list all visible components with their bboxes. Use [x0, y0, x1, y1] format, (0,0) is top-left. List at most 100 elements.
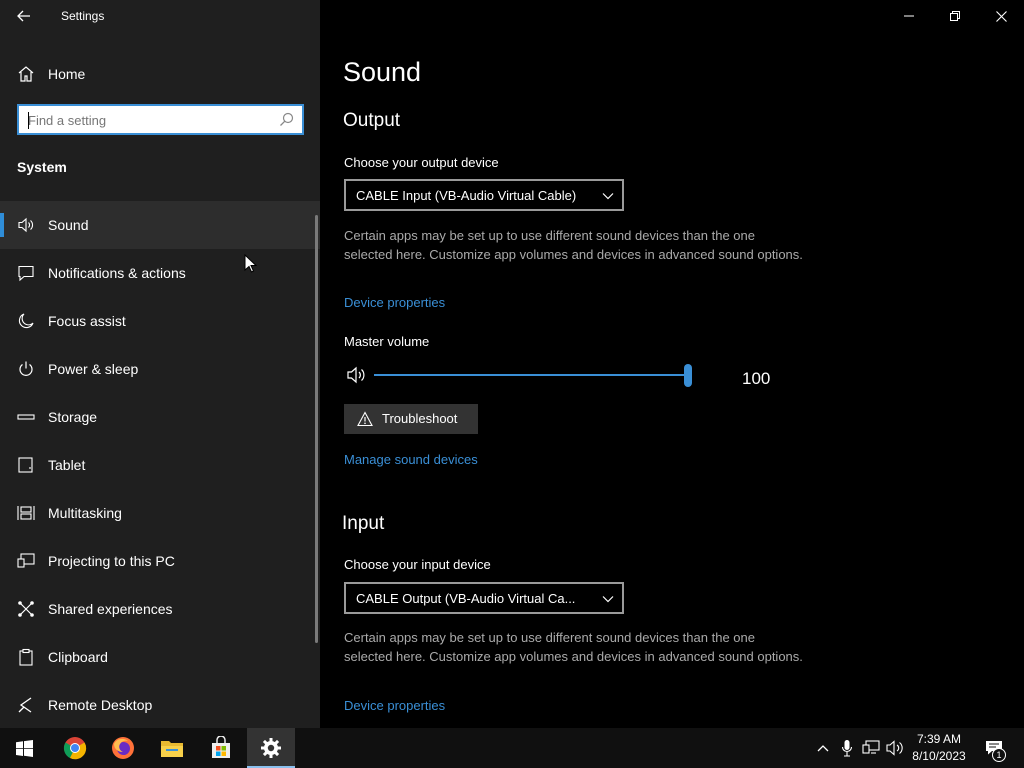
speaker-icon	[18, 217, 33, 233]
clock-time: 7:39 AM	[916, 732, 962, 746]
speaker-icon	[886, 740, 903, 756]
sidebar-item-remote-desktop[interactable]: Remote Desktop	[0, 681, 320, 729]
sidebar-home-label: Home	[48, 66, 86, 82]
sidebar-item-label: Shared experiences	[48, 601, 173, 617]
restore-icon	[950, 11, 960, 21]
settings-icon	[261, 738, 281, 758]
file-explorer-taskbar-button[interactable]	[148, 728, 196, 768]
remote-desktop-icon	[18, 697, 32, 713]
sidebar-item-notifications[interactable]: Notifications & actions	[0, 249, 320, 297]
home-icon	[18, 66, 34, 82]
minimize-button[interactable]	[886, 0, 932, 32]
section-title: System	[17, 159, 67, 175]
output-description: Certain apps may be set up to use differ…	[344, 228, 803, 262]
sidebar-item-projecting[interactable]: Projecting to this PC	[0, 537, 320, 585]
sidebar-item-tablet[interactable]: Tablet	[0, 441, 320, 489]
sidebar-item-focus-assist[interactable]: Focus assist	[0, 297, 320, 345]
network-tray-button[interactable]	[861, 738, 881, 758]
sidebar-scrollbar[interactable]	[315, 215, 318, 643]
settings-taskbar-button[interactable]	[247, 728, 295, 768]
troubleshoot-label: Troubleshoot	[382, 411, 458, 426]
troubleshoot-button[interactable]: Troubleshoot	[344, 404, 478, 434]
chrome-taskbar-button[interactable]	[51, 728, 99, 768]
back-arrow-icon	[17, 10, 30, 22]
volume-tray-button[interactable]	[885, 738, 905, 758]
show-hidden-icons-button[interactable]	[813, 738, 833, 758]
microphone-icon	[841, 740, 853, 757]
app-title: Settings	[61, 9, 105, 23]
input-device-label: Choose your input device	[344, 557, 491, 572]
close-icon	[995, 10, 1007, 22]
volume-slider-thumb[interactable]	[684, 364, 692, 387]
sidebar-item-label: Notifications & actions	[48, 265, 186, 281]
sidebar-item-multitasking[interactable]: Multitasking	[0, 489, 320, 537]
mouse-cursor-icon	[244, 254, 258, 273]
sidebar-item-label: Projecting to this PC	[48, 553, 175, 569]
volume-slider-track[interactable]	[374, 374, 688, 376]
sidebar-home[interactable]: Home	[0, 56, 320, 92]
restore-button[interactable]	[932, 0, 978, 32]
page-title: Sound	[343, 57, 422, 87]
notification-count-badge: 1	[992, 748, 1006, 762]
sidebar-item-label: Focus assist	[48, 313, 126, 329]
projecting-icon	[17, 553, 35, 568]
back-button[interactable]	[10, 4, 38, 28]
warning-icon	[357, 411, 373, 427]
window-controls	[886, 0, 1024, 32]
chevron-down-icon	[602, 193, 614, 200]
search-icon[interactable]	[279, 112, 294, 127]
sidebar-item-label: Storage	[48, 409, 98, 425]
sidebar-item-label: Power & sleep	[48, 361, 139, 377]
taskbar: 7:39 AM 8/10/2023 1	[0, 728, 1024, 768]
sidebar-item-clipboard[interactable]: Clipboard	[0, 633, 320, 681]
tablet-icon	[18, 457, 33, 473]
clock-date: 8/10/2023	[912, 749, 966, 763]
microphone-tray-button[interactable]	[837, 738, 857, 758]
moon-icon	[18, 313, 34, 329]
output-device-label: Choose your output device	[344, 155, 499, 170]
input-device-value: CABLE Output (VB-Audio Virtual Ca...	[356, 591, 576, 606]
sidebar-item-power-sleep[interactable]: Power & sleep	[0, 345, 320, 393]
input-device-dropdown[interactable]: CABLE Output (VB-Audio Virtual Ca...	[344, 582, 624, 614]
chevron-down-icon	[602, 596, 614, 603]
settings-sidebar: Settings Home System Sound Notifications…	[0, 0, 320, 728]
notification-icon	[18, 265, 34, 282]
search-input[interactable]	[28, 111, 273, 129]
input-heading: Input	[342, 513, 385, 534]
volume-icon[interactable]	[346, 365, 368, 385]
master-volume-label: Master volume	[344, 334, 430, 349]
firefox-taskbar-button[interactable]	[99, 728, 147, 768]
store-taskbar-button[interactable]	[197, 728, 245, 768]
multitasking-icon	[17, 506, 35, 520]
output-device-dropdown[interactable]: CABLE Input (VB-Audio Virtual Cable)	[344, 179, 624, 211]
action-center-button[interactable]: 1	[982, 738, 1006, 762]
network-icon	[862, 740, 880, 754]
chevron-up-icon	[817, 745, 829, 752]
manage-sound-devices-link[interactable]: Manage sound devices	[344, 452, 478, 467]
minimize-icon	[904, 15, 914, 17]
sidebar-item-storage[interactable]: Storage	[0, 393, 320, 441]
sidebar-item-label: Sound	[48, 217, 89, 233]
store-icon	[212, 736, 230, 758]
firefox-icon	[112, 737, 134, 759]
start-button[interactable]	[0, 728, 48, 768]
file-explorer-icon	[161, 741, 183, 757]
output-device-value: CABLE Input (VB-Audio Virtual Cable)	[356, 188, 577, 203]
close-button[interactable]	[978, 0, 1024, 32]
taskbar-clock[interactable]: 7:39 AM 8/10/2023	[904, 731, 974, 765]
input-device-properties-link[interactable]: Device properties	[344, 698, 445, 713]
storage-icon	[17, 414, 35, 420]
sidebar-item-sound[interactable]: Sound	[0, 201, 320, 249]
text-caret	[28, 112, 29, 129]
volume-value: 100	[742, 369, 771, 388]
sidebar-item-shared-experiences[interactable]: Shared experiences	[0, 585, 320, 633]
input-description: Certain apps may be set up to use differ…	[344, 630, 803, 664]
sidebar-item-label: Multitasking	[48, 505, 122, 521]
sidebar-nav: Sound Notifications & actions Focus assi…	[0, 201, 320, 729]
output-device-properties-link[interactable]: Device properties	[344, 295, 445, 310]
search-box[interactable]	[17, 104, 304, 135]
sound-page: Sound Output Choose your output device C…	[320, 0, 1024, 728]
sidebar-item-label: Remote Desktop	[48, 697, 153, 713]
clipboard-icon	[19, 648, 33, 666]
start-icon	[15, 739, 33, 757]
